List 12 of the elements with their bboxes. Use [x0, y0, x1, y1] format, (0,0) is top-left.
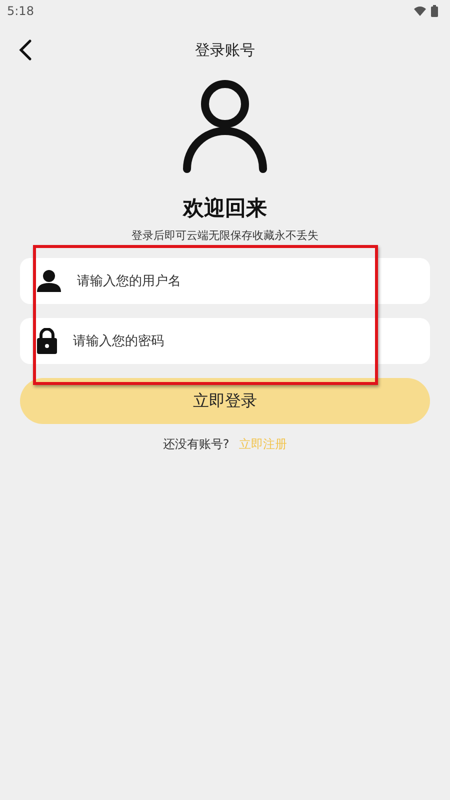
input-field[interactable]: 请输入您的密码	[20, 318, 430, 364]
register-prompt: 还没有账号?	[162, 436, 230, 453]
page-title: 登录账号	[195, 40, 255, 60]
login-button[interactable]: 立即登录	[20, 378, 430, 424]
battery-icon	[431, 5, 438, 17]
wifi-icon	[414, 6, 426, 16]
back-button[interactable]	[18, 39, 32, 61]
welcome-subtitle: 登录后即可云端无限保存收藏永不丢失	[132, 228, 318, 243]
input-field[interactable]: 请输入您的用户名	[20, 258, 430, 304]
welcome-title: 欢迎回来	[183, 195, 267, 222]
status-time: 5:18	[7, 4, 34, 18]
user-icon	[183, 79, 267, 174]
